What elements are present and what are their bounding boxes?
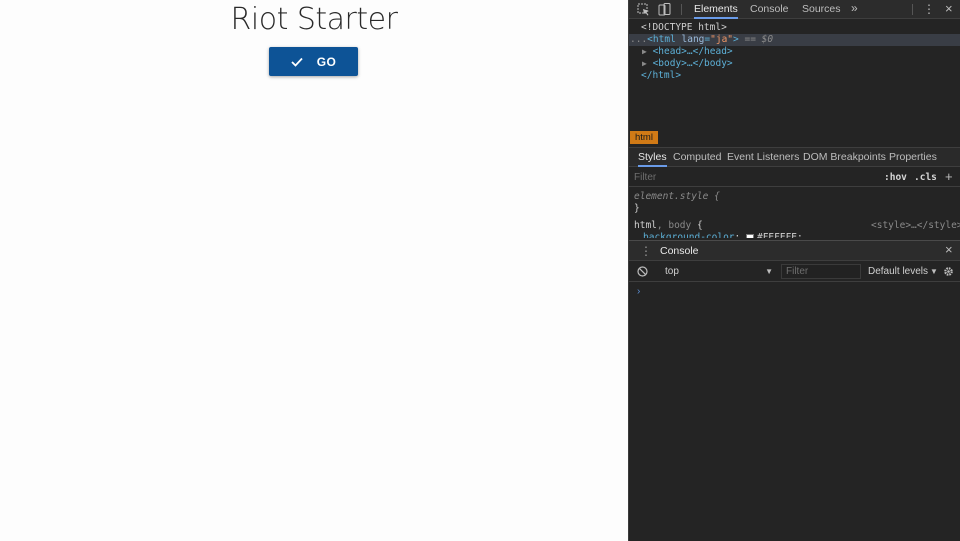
style-rules: element.style { } html, body { <style>…<… xyxy=(629,189,960,238)
devtools-toolbar: Elements Console Sources » ⋮ × xyxy=(629,0,960,19)
dropdown-arrow-icon: ▼ xyxy=(765,267,773,276)
selector-sep: , xyxy=(656,220,669,231)
doctype-text: <!DOCTYPE html> xyxy=(641,22,727,33)
cls-toggle[interactable]: .cls xyxy=(914,172,937,183)
rule-brace: } xyxy=(634,203,640,214)
drawer-menu-icon[interactable]: ⋮ xyxy=(640,244,652,258)
color-swatch[interactable] xyxy=(745,233,754,238)
selected-node-marker: == $0 xyxy=(738,34,774,45)
check-icon xyxy=(291,57,303,67)
tab-dom-breakpoints[interactable]: DOM Breakpoints xyxy=(803,148,886,167)
element-style-selector: element.style { xyxy=(634,191,720,202)
toolbar-separator xyxy=(912,4,913,15)
html-open-tag: <html xyxy=(647,34,682,45)
css-semicolon: ; xyxy=(797,232,803,238)
more-tabs-chevron-icon[interactable]: » xyxy=(851,0,858,19)
breadcrumb-html[interactable]: html xyxy=(630,131,658,144)
html-close-tag: </html> xyxy=(641,70,682,81)
devtools-panel: Elements Console Sources » ⋮ × <!DOCTYPE… xyxy=(628,0,960,541)
body-tag: <body>…</body> xyxy=(652,58,733,69)
selector-html: html xyxy=(634,220,657,231)
go-button-label: GO xyxy=(316,54,337,69)
dom-node-html-close[interactable]: </html> xyxy=(629,70,960,82)
console-prompt-icon[interactable]: › xyxy=(637,286,640,297)
hov-toggle[interactable]: :hov xyxy=(884,172,907,183)
tab-properties[interactable]: Properties xyxy=(889,148,937,167)
tab-computed[interactable]: Computed xyxy=(673,148,721,167)
console-filter-input[interactable]: Filter xyxy=(781,264,861,279)
dom-node-head[interactable]: ▶ <head>…</head> xyxy=(629,46,960,58)
css-value: #FEFEFE xyxy=(756,232,798,238)
expand-triangle-icon[interactable]: ▶ xyxy=(642,59,647,68)
dom-node-body[interactable]: ▶ <body>…</body> xyxy=(629,58,960,70)
kebab-menu-icon[interactable]: ⋮ xyxy=(923,2,935,16)
tab-console[interactable]: Console xyxy=(750,0,789,19)
dom-ellipsis: ... xyxy=(630,34,648,45)
tab-styles[interactable]: Styles xyxy=(638,148,667,167)
gear-icon[interactable] xyxy=(943,266,954,277)
console-toolbar: top ▼ Filter Default levels ▼ xyxy=(629,262,960,282)
styles-subtabs: Styles Computed Event Listeners DOM Brea… xyxy=(629,147,960,167)
close-icon[interactable]: × xyxy=(945,1,953,16)
html-body-rule[interactable]: html, body { <style>…</style> xyxy=(634,220,960,232)
dom-tree: <!DOCTYPE html> ...<html lang="ja"> == $… xyxy=(629,20,960,130)
selector-body: body xyxy=(668,220,692,231)
html-attr-name: lang xyxy=(681,34,705,45)
element-style-rule[interactable]: element.style { xyxy=(634,191,720,203)
console-drawer-header: ⋮ Console × xyxy=(629,240,960,261)
drawer-tab-console[interactable]: Console xyxy=(660,241,699,261)
styles-filter-row: Filter :hov .cls + xyxy=(629,169,960,187)
css-sep: : xyxy=(734,232,746,238)
tab-sources[interactable]: Sources xyxy=(802,0,841,19)
log-levels-dropdown[interactable]: Default levels ▼ xyxy=(868,265,938,279)
context-value: top xyxy=(665,266,679,277)
head-tag: <head>…</head> xyxy=(652,46,733,57)
html-attr-value: "ja" xyxy=(710,34,734,45)
device-toolbar-icon[interactable] xyxy=(658,3,672,16)
clear-console-icon[interactable] xyxy=(637,266,648,277)
rule-source-link[interactable]: <style>…</style> xyxy=(871,220,960,232)
page-viewport: Riot Starter GO xyxy=(0,0,628,541)
dropdown-arrow-icon: ▼ xyxy=(930,267,938,276)
css-property: background-color xyxy=(643,232,735,238)
element-style-close: } xyxy=(634,203,640,215)
inspect-element-icon[interactable] xyxy=(637,3,651,16)
tab-elements[interactable]: Elements xyxy=(694,0,738,19)
log-levels-value: Default levels xyxy=(868,266,929,277)
drawer-close-icon[interactable]: × xyxy=(945,242,953,257)
context-selector[interactable]: top ▼ xyxy=(665,265,773,279)
rule-brace: { xyxy=(691,220,703,231)
expand-triangle-icon[interactable]: ▶ xyxy=(642,47,647,56)
toolbar-separator xyxy=(681,4,682,15)
page-title: Riot Starter xyxy=(230,2,398,37)
tab-event-listeners[interactable]: Event Listeners xyxy=(727,148,799,167)
dom-node-doctype[interactable]: <!DOCTYPE html> xyxy=(629,22,960,34)
go-button[interactable]: GO xyxy=(269,47,358,76)
new-rule-plus-icon[interactable]: + xyxy=(945,169,953,184)
styles-filter-input[interactable]: Filter xyxy=(634,172,656,183)
dom-node-html[interactable]: ...<html lang="ja"> == $0 xyxy=(629,34,960,46)
background-color-declaration[interactable]: background-color: #FEFEFE; xyxy=(643,232,803,238)
